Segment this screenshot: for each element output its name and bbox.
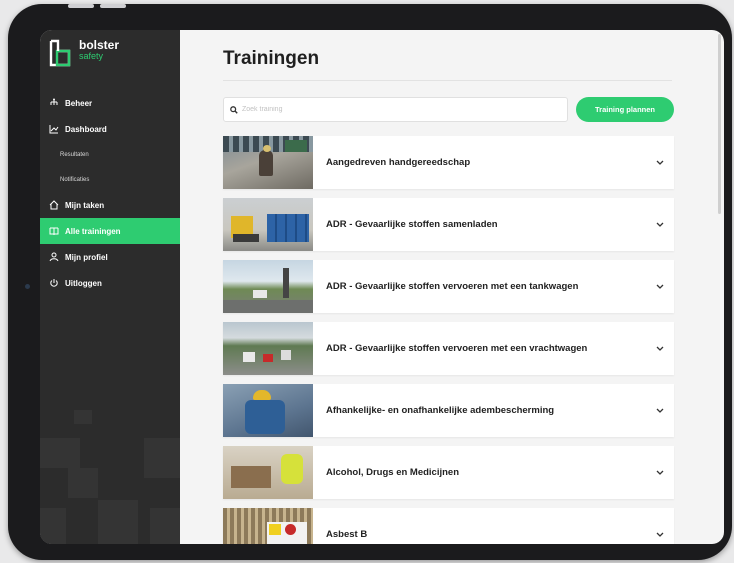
training-title: ADR - Gevaarlijke stoffen vervoeren met … [326,343,588,354]
training-thumbnail [223,198,313,251]
sidebar-item-label: Beheer [65,98,93,108]
org-chart-icon [50,98,58,105]
decor-block [144,438,180,478]
decor-block [40,508,66,544]
training-thumbnail [223,446,313,499]
divider [223,80,672,81]
sidebar-item-notificaties[interactable]: Notificaties [40,167,180,192]
brand-name: bolster [79,38,120,52]
volume-button [68,4,94,8]
training-card[interactable]: ADR - Gevaarlijke stoffen vervoeren met … [223,260,674,313]
brand-sub: safety [79,51,104,61]
sidebar-item-resultaten[interactable]: Resultaten [40,142,180,167]
sidebar-item-alle-trainingen[interactable]: Alle trainingen [40,218,180,244]
sidebar-nav: Beheer Dashboard Resultaten Notificaties… [40,90,180,296]
search-icon [230,105,238,114]
sidebar-item-label: Uitloggen [65,278,102,288]
training-card[interactable]: ADR - Gevaarlijke stoffen samenladen [223,198,674,251]
training-list: Aangedreven handgereedschap ADR - Gevaar… [223,136,674,544]
camera-icon [25,284,30,289]
sidebar-item-dashboard[interactable]: Dashboard [40,116,180,142]
search-input[interactable] [242,106,542,113]
decor-block [98,500,138,544]
training-title: ADR - Gevaarlijke stoffen samenladen [326,219,498,230]
chevron-down-icon[interactable] [656,160,664,166]
main-content: Trainingen Training plannen [180,30,724,544]
volume-button [100,4,126,8]
chevron-down-icon[interactable] [656,532,664,538]
training-card[interactable]: Aangedreven handgereedschap [223,136,674,189]
training-title: Asbest B [326,529,368,540]
sidebar-item-label: Resultaten [60,151,89,158]
training-title: Afhankelijke- en onafhankelijke adembesc… [326,405,555,416]
decor-block [74,410,92,424]
chevron-down-icon[interactable] [656,284,664,290]
decor-block [150,508,180,544]
power-icon [50,279,58,287]
app-screen: bolster safety Beheer Dashboard Resultat… [40,30,724,544]
sidebar-item-beheer[interactable]: Beheer [40,90,180,116]
sidebar: bolster safety Beheer Dashboard Resultat… [40,30,180,544]
toolbar: Training plannen [223,97,674,122]
training-thumbnail [223,384,313,437]
user-icon [49,252,59,262]
sidebar-item-label: Alle trainingen [65,226,121,236]
decor-block [40,438,80,468]
training-card[interactable]: Alcohol, Drugs en Medicijnen [223,446,674,499]
sidebar-item-label: Dashboard [65,124,107,134]
training-thumbnail [223,136,313,189]
training-thumbnail [223,260,313,313]
scrollbar[interactable] [718,34,721,214]
logo[interactable]: bolster safety [40,30,180,90]
plan-training-button[interactable]: Training plannen [576,97,674,122]
sidebar-item-mijn-profiel[interactable]: Mijn profiel [40,244,180,270]
training-card[interactable]: Afhankelijke- en onafhankelijke adembesc… [223,384,674,437]
training-card[interactable]: ADR - Gevaarlijke stoffen vervoeren met … [223,322,674,375]
training-title: Alcohol, Drugs en Medicijnen [326,467,460,478]
sidebar-item-label: Mijn taken [65,200,105,210]
training-title: ADR - Gevaarlijke stoffen vervoeren met … [326,281,579,292]
chevron-down-icon[interactable] [656,470,664,476]
chevron-down-icon[interactable] [656,408,664,414]
chart-line-icon [49,125,59,134]
bolster-logo-icon [49,39,71,67]
training-thumbnail [223,322,313,375]
training-thumbnail [223,508,313,544]
sidebar-item-uitloggen[interactable]: Uitloggen [40,270,180,296]
sidebar-item-label: Mijn profiel [65,252,108,262]
book-icon [49,227,59,235]
decor-block [68,468,98,498]
sidebar-item-label: Notificaties [60,176,90,183]
page-title: Trainingen [223,48,320,69]
training-card[interactable]: Asbest B [223,508,674,544]
sidebar-item-mijn-taken[interactable]: Mijn taken [40,192,180,218]
training-title: Aangedreven handgereedschap [326,157,471,168]
chevron-down-icon[interactable] [656,346,664,352]
home-icon [49,200,59,210]
chevron-down-icon[interactable] [656,222,664,228]
search-box[interactable] [223,97,568,122]
tablet-frame: bolster safety Beheer Dashboard Resultat… [8,4,732,560]
